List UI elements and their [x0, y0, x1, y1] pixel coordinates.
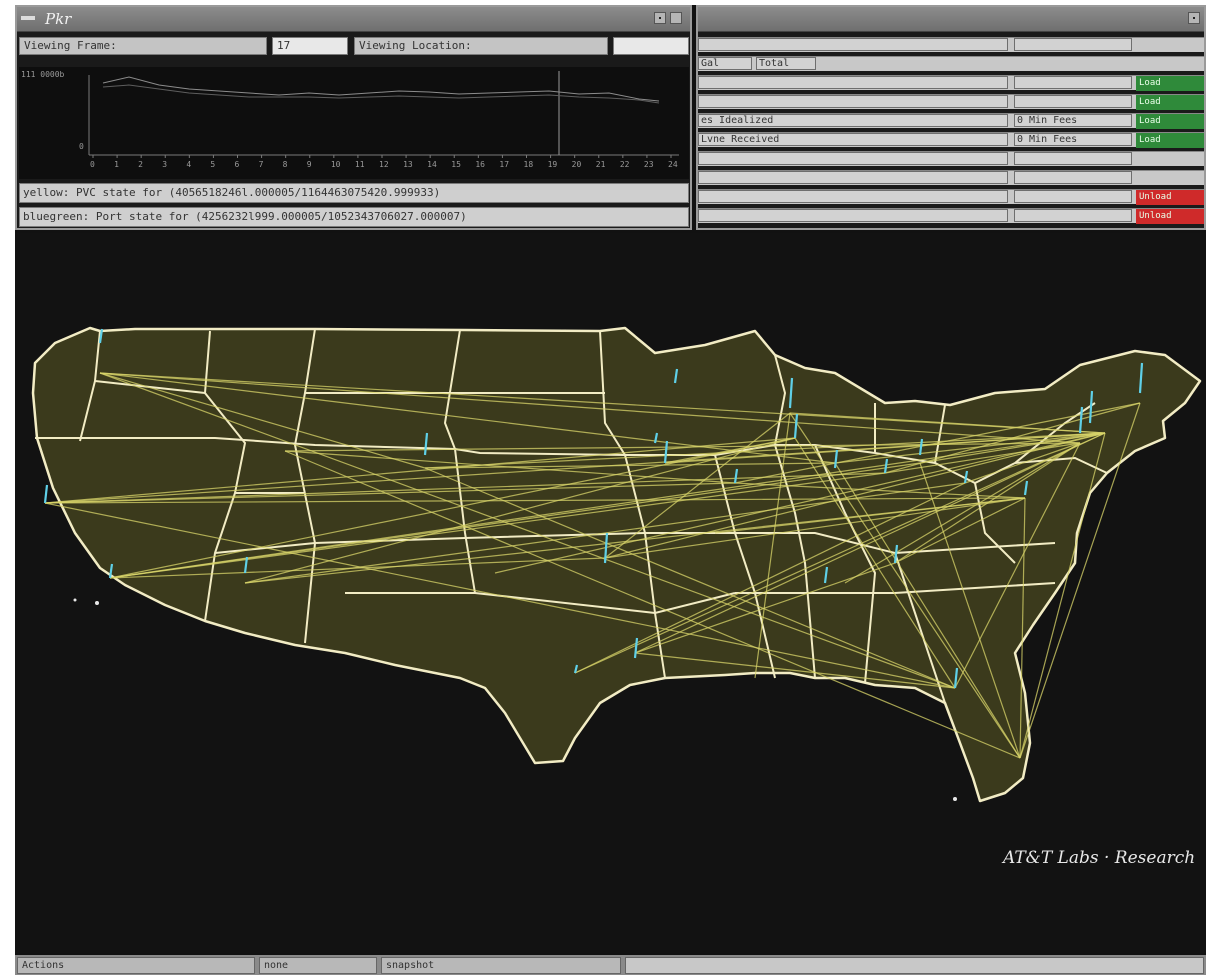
control-row-label	[698, 95, 1008, 108]
bottom-toolbar: Actions none snapshot	[15, 955, 1206, 975]
control-row-label	[698, 209, 1008, 222]
channel-island	[73, 598, 77, 602]
minimize-icon[interactable]	[1188, 12, 1200, 24]
control-row-value[interactable]	[1014, 95, 1132, 108]
viewing-frame-label: Viewing Frame:	[19, 37, 267, 55]
control-row-button[interactable]: Load	[1136, 133, 1204, 148]
control-row-value[interactable]	[1014, 76, 1132, 89]
y-axis-max-label: 111 0000b	[21, 70, 65, 79]
node-marker	[43, 484, 49, 504]
window-menu-icon[interactable]	[21, 16, 35, 20]
app-window: Pkr Viewing Frame: 17 Viewing Location: …	[15, 5, 1206, 975]
x-tick-label: 6	[235, 160, 240, 169]
channel-island	[95, 601, 99, 605]
x-tick-label: 9	[307, 160, 312, 169]
us-network-map[interactable]	[15, 233, 1206, 953]
pvc-state-status: yellow: PVC state for (4056518246l.00000…	[19, 183, 689, 203]
traffic-chart[interactable]: 111 0000b 0 0 1 2 3 4 5 6 7 8 9 10 11 12 13 14 15 16 17 18…	[19, 67, 689, 179]
snapshot-button[interactable]: snapshot	[381, 957, 621, 974]
control-row-label	[698, 171, 1008, 184]
control-row-value[interactable]	[1014, 152, 1132, 165]
x-tick-label: 7	[259, 160, 264, 169]
control-row-label	[698, 190, 1008, 203]
control-row: Load	[698, 75, 1204, 91]
none-button[interactable]: none	[259, 957, 377, 974]
x-tick-label: 12	[379, 160, 389, 169]
keys-island	[953, 797, 957, 801]
control-row-button[interactable]: Load	[1136, 76, 1204, 91]
control-row-value[interactable]: 0 Min Fees	[1014, 114, 1132, 127]
control-row-label: es Idealized	[698, 114, 1008, 127]
network-map-svg	[31, 326, 1202, 803]
x-tick-label: 3	[162, 160, 167, 169]
right-window-titlebar[interactable]	[698, 7, 1204, 32]
x-tick-label: 2	[138, 160, 143, 169]
control-row: Unload	[698, 208, 1204, 224]
x-tick-labels: 0 1 2 3 4 5 6 7 8 9 10 11 12 13 14 15 16 17 18 19 20 21 22 23 24	[90, 155, 678, 169]
actions-button[interactable]: Actions	[17, 957, 255, 974]
control-row	[698, 151, 1204, 166]
control-row-button[interactable]: Unload	[1136, 190, 1204, 205]
x-tick-label: 1	[114, 160, 119, 169]
x-tick-label: 14	[427, 160, 437, 169]
x-tick-label: 18	[524, 160, 534, 169]
x-tick-label: 20	[572, 160, 582, 169]
control-row-label	[698, 38, 1008, 51]
control-row-value[interactable]	[1014, 171, 1132, 184]
control-row: Unload	[698, 189, 1204, 205]
y-axis-min-label: 0	[79, 142, 84, 151]
x-tick-label: 4	[186, 160, 191, 169]
x-tick-label: 21	[596, 160, 606, 169]
watermark-label: AT&T Labs · Research	[1003, 848, 1196, 868]
x-tick-label: 24	[668, 160, 678, 169]
x-tick-label: 10	[331, 160, 341, 169]
control-row-value[interactable]	[1014, 38, 1132, 51]
traffic-chart-svg: 111 0000b 0 0 1 2 3 4 5 6 7 8 9 10 11 12 13 14 15 16 17 18…	[21, 70, 679, 169]
control-row-label	[698, 76, 1008, 89]
control-row-label	[698, 152, 1008, 165]
control-row: Lvne Received 0 Min Fees Load	[698, 132, 1204, 148]
control-row	[698, 37, 1204, 52]
window-title: Pkr	[45, 10, 72, 28]
control-row-value[interactable]	[1014, 209, 1132, 222]
control-row	[698, 170, 1204, 185]
maximize-icon[interactable]	[670, 12, 682, 24]
control-row: Load	[698, 94, 1204, 110]
x-tick-label: 23	[644, 160, 654, 169]
x-tick-label: 8	[283, 160, 288, 169]
port-state-status: bluegreen: Port state for (4256232l999.0…	[19, 207, 689, 227]
viewing-location-input[interactable]	[613, 37, 689, 55]
x-tick-label: 0	[90, 160, 95, 169]
control-row-label: Lvne Received	[698, 133, 1008, 146]
x-tick-label: 13	[403, 160, 413, 169]
x-tick-label: 11	[355, 160, 365, 169]
minimize-icon[interactable]	[654, 12, 666, 24]
control-row-value[interactable]	[1014, 190, 1132, 203]
control-row: es Idealized 0 Min Fees Load	[698, 113, 1204, 129]
control-row-value[interactable]: Total	[756, 57, 816, 70]
traffic-series-line	[102, 76, 660, 102]
x-tick-label: 5	[210, 160, 215, 169]
x-tick-label: 16	[475, 160, 485, 169]
x-tick-label: 17	[499, 160, 509, 169]
x-tick-label: 22	[620, 160, 630, 169]
control-row-button[interactable]: Unload	[1136, 209, 1204, 224]
status-field	[625, 957, 1204, 974]
left-window-titlebar[interactable]: Pkr	[17, 7, 690, 32]
control-window: Gal Total Load Load es Idealized 0 Min Fees Lo…	[696, 5, 1206, 230]
x-tick-label: 19	[548, 160, 558, 169]
control-row-label: Gal	[698, 57, 752, 70]
control-row-value[interactable]: 0 Min Fees	[1014, 133, 1132, 146]
viewing-location-label: Viewing Location:	[354, 37, 608, 55]
control-row-button[interactable]: Load	[1136, 95, 1204, 110]
x-tick-label: 15	[451, 160, 461, 169]
traffic-chart-window: Pkr Viewing Frame: 17 Viewing Location: …	[15, 5, 692, 230]
viewing-frame-input[interactable]: 17	[272, 37, 348, 55]
control-row: Gal Total	[698, 56, 1204, 71]
control-row-button[interactable]: Load	[1136, 114, 1204, 129]
